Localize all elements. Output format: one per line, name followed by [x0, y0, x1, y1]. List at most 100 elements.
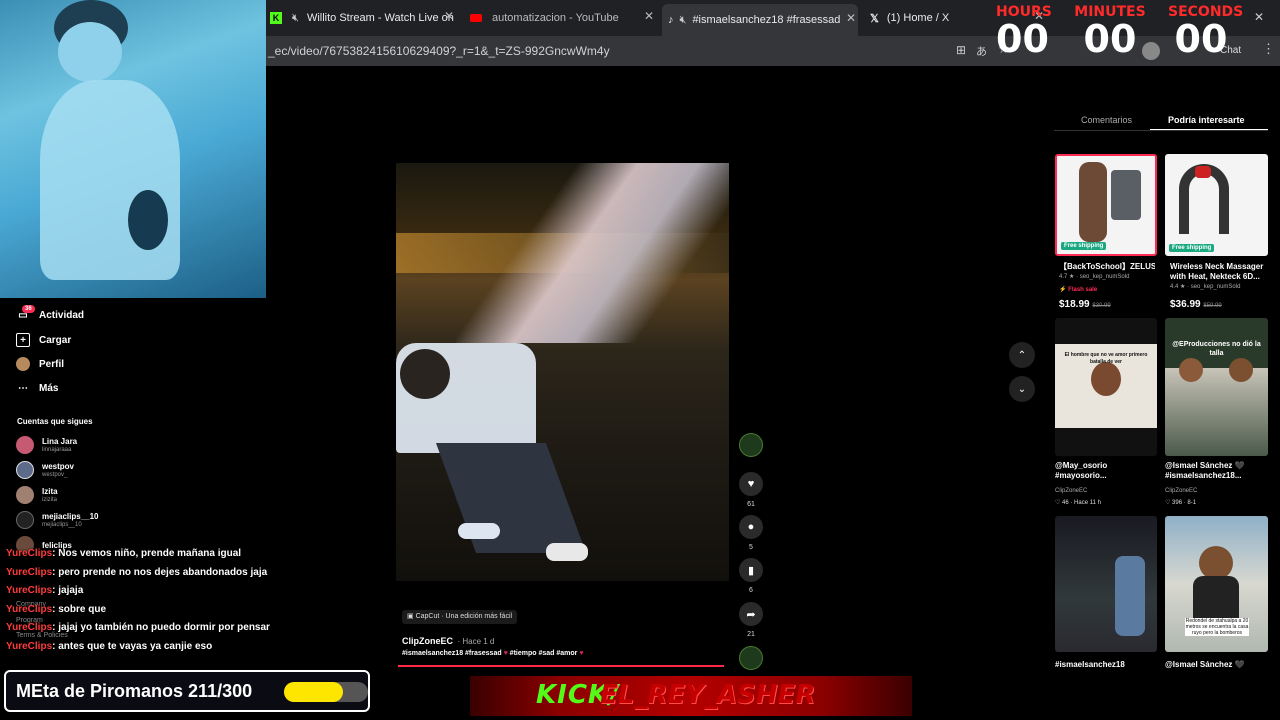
chat-username: YureClips — [6, 622, 53, 633]
chat-username: YureClips — [6, 641, 53, 652]
chat-message: YureClips: jajaj yo también no puedo dor… — [6, 622, 270, 633]
share-button[interactable]: ➦ — [739, 602, 763, 626]
more-icon: ⋯ — [18, 382, 28, 394]
video-shoe — [458, 523, 500, 539]
video-title[interactable]: @Ismael Sánchez 🖤 — [1165, 660, 1245, 670]
video-author[interactable]: ClipZoneEC — [1055, 488, 1087, 494]
save-button[interactable]: ▮ — [739, 558, 763, 582]
capcut-icon: ▣ — [407, 613, 416, 620]
close-tab-icon[interactable]: ✕ — [644, 9, 654, 23]
chat-text: : Nos vemos niño, prende mañana igual — [52, 548, 242, 559]
music-disc[interactable] — [739, 646, 763, 670]
chat-text: : sobre que — [52, 604, 107, 615]
creator-avatar[interactable] — [739, 433, 763, 457]
following-account[interactable]: westpov westpov_ — [16, 461, 74, 479]
video-time: · Hace 1 d — [457, 637, 495, 646]
following-account[interactable]: mejiaclips__10 mejiaclips__10 — [16, 511, 98, 529]
account-name: Lina Jara — [42, 436, 78, 446]
menu-icon[interactable]: ⋮ — [1262, 41, 1275, 57]
account-handle: westpov_ — [42, 471, 68, 478]
save-count: 6 — [749, 587, 753, 594]
next-video-button[interactable]: ⌄ — [1009, 376, 1035, 402]
url-text[interactable]: _ec/video/7675382415610629409?_r=1&_t=ZS… — [268, 44, 610, 58]
video-thumbnail — [1165, 368, 1268, 456]
nav-perfil[interactable]: Perfil — [16, 357, 64, 371]
suggested-video-card[interactable]: El hombre que no ve amor primero batalla… — [1055, 318, 1157, 456]
mute-icon[interactable]: 🔇︎ — [292, 12, 299, 25]
x-icon: 𝕏 — [870, 12, 879, 25]
tab-kick[interactable]: K 🔇︎ Willito Stream - Watch Live on ✕ — [266, 6, 456, 30]
suggested-video-card[interactable]: @EProducciones no dió la talla — [1165, 318, 1268, 456]
goal-widget: MEta de Piromanos 211/300 — [4, 670, 370, 712]
tab-podria-interesarte[interactable]: Podría interesarte — [1168, 115, 1245, 125]
thumbnail-caption: El hombre que no ve amor primero batalla… — [1064, 352, 1148, 365]
translate-icon[interactable]: あ — [976, 43, 987, 59]
footer-link-terms[interactable]: Terms & Policies — [16, 632, 68, 639]
tab-comentarios[interactable]: Comentarios — [1081, 115, 1132, 125]
account-name: Izita — [42, 486, 58, 496]
avatar — [16, 357, 30, 371]
product-card[interactable]: Free shipping — [1165, 154, 1268, 256]
goal-progress-bar — [284, 682, 368, 702]
following-account[interactable]: Lina Jara linnajaraaa — [16, 436, 77, 454]
youtube-icon — [470, 14, 482, 22]
kick-banner: KICK/ EL_REY_ASHER — [470, 676, 912, 716]
close-tab-icon[interactable]: ✕ — [846, 11, 856, 25]
video-title[interactable]: @Ismael Sánchez 🖤 #ismaelsanchez18... — [1165, 461, 1268, 481]
following-account[interactable]: Izita izizita — [16, 486, 58, 504]
timer-seconds: SECONDS 00 — [1168, 4, 1243, 64]
caption-tags[interactable]: #ismaelsanchez18 #frasessad — [402, 650, 502, 657]
chat-username: YureClips — [6, 604, 53, 615]
video-thumbnail — [1179, 358, 1203, 382]
caption-tags[interactable]: #tiempo #sad #amor — [510, 650, 578, 657]
nav-label: Actividad — [39, 309, 85, 321]
product-price: $18.99 $30.99 — [1059, 299, 1111, 310]
tab-tiktok[interactable]: ♪ 🔇︎ #ismaelsanchez18 #frasessad ✕ — [662, 4, 858, 36]
product-price: $36.99 $59.99 — [1170, 299, 1222, 310]
product-title[interactable]: Wireless Neck Massager with Heat, Nektec… — [1170, 262, 1268, 282]
nav-label: Más — [39, 382, 59, 394]
avatar — [16, 436, 34, 454]
chevron-up-icon: ⌃ — [1017, 349, 1027, 361]
apps-icon[interactable]: ⊞ — [956, 43, 966, 57]
nav-cargar[interactable]: + Cargar — [16, 333, 71, 347]
timer-hours: HOURS 00 — [996, 4, 1052, 64]
free-shipping-badge: Free shipping — [1061, 242, 1107, 250]
suggested-video-card[interactable] — [1055, 516, 1157, 652]
account-name: westpov — [42, 461, 75, 471]
video-arm-blur — [456, 163, 729, 343]
product-card[interactable]: Free shipping — [1055, 154, 1157, 256]
chat-username: YureClips — [6, 585, 53, 596]
account-handle: izizita — [42, 496, 58, 503]
comment-count: 5 — [749, 544, 753, 551]
video-person-legs — [435, 443, 587, 553]
chevron-down-icon: ⌄ — [1017, 383, 1027, 395]
product-title[interactable]: 【BackToSchool】ZELUS... — [1059, 262, 1155, 272]
capcut-label[interactable]: ▣ CapCut · Una edición más fácil — [402, 610, 518, 624]
tab-youtube[interactable]: automatizacion - YouTube ✕ — [466, 6, 656, 30]
comment-icon: ● — [747, 521, 755, 533]
video-player[interactable] — [396, 163, 729, 581]
chat-username: YureClips — [6, 567, 53, 578]
tab-label: #ismaelsanchez18 #frasessad — [692, 14, 841, 26]
chat-text: : jajaja — [52, 585, 84, 596]
comment-button[interactable]: ● — [739, 515, 763, 539]
suggested-video-card[interactable]: Redondel de stahualpa a 20 metros se enc… — [1165, 516, 1268, 652]
tab-label: automatizacion - YouTube — [492, 12, 619, 24]
video-title[interactable]: @May_osorio #mayosorio... — [1055, 461, 1155, 481]
mute-icon[interactable]: 🔇︎ — [680, 14, 687, 27]
nav-mas[interactable]: ⋯ Más — [16, 381, 58, 395]
video-title[interactable]: #ismaelsanchez18 — [1055, 660, 1125, 670]
close-tab-icon[interactable]: ✕ — [444, 9, 454, 23]
video-author[interactable]: ClipZoneEC — [402, 636, 453, 646]
like-button[interactable]: ♥ — [739, 472, 763, 496]
previous-video-button[interactable]: ⌃ — [1009, 342, 1035, 368]
close-window-icon[interactable]: ✕ — [1254, 10, 1264, 24]
avatar — [16, 511, 34, 529]
upload-icon: + — [16, 333, 30, 347]
video-author[interactable]: ClipZoneEC — [1165, 488, 1197, 494]
video-progress-bar[interactable] — [398, 665, 724, 667]
chat-text: : pero prende no nos dejes abandonados j… — [52, 567, 268, 578]
video-thumbnail — [1091, 362, 1121, 396]
chat-message: YureClips: antes que te vayas ya canjie … — [6, 641, 212, 652]
